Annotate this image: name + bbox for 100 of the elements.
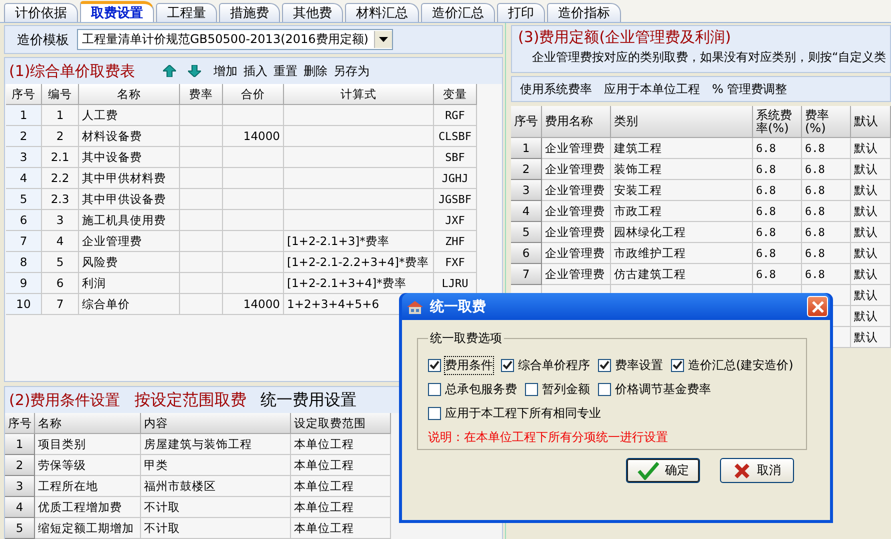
table-cell: 不计取 — [141, 518, 291, 539]
row-header[interactable]: 1 — [5, 434, 35, 455]
variable-cell: RGF — [434, 105, 477, 126]
code-cell: 1 — [42, 105, 79, 126]
table-cell — [223, 105, 284, 126]
up-arrow-icon[interactable] — [163, 65, 176, 77]
checkbox-label[interactable]: 价格调节基金费率 — [615, 380, 711, 398]
name-cell: 人工费 — [79, 105, 180, 126]
checkbox[interactable] — [428, 406, 441, 420]
table-cell: 6.8 — [753, 180, 802, 201]
checkbox-label[interactable]: 总承包服务费 — [445, 380, 517, 398]
table-cell: 安装工程 — [611, 180, 753, 201]
tab[interactable]: 计价依据 — [4, 3, 78, 22]
row-header[interactable]: 3 — [511, 180, 542, 201]
group-label: 统一取费选项 — [429, 330, 503, 347]
ok-button[interactable]: 确定 — [626, 458, 700, 483]
checkbox[interactable] — [671, 358, 684, 372]
toolbar-button[interactable]: 应用于本单位工程 — [604, 80, 700, 98]
table-cell: 劳保等级 — [35, 455, 141, 476]
code-cell: 7 — [42, 294, 79, 315]
row-header[interactable]: 4 — [511, 201, 542, 222]
toolbar-button[interactable]: 删除 — [303, 62, 328, 80]
table-cell: 默认 — [851, 222, 891, 243]
checkbox-label[interactable]: 造价汇总(建安造价) — [688, 356, 794, 374]
tab[interactable]: 其他费 — [282, 3, 343, 22]
column-header: 名称 — [79, 84, 180, 105]
row-header[interactable]: 5 — [511, 222, 542, 243]
toolbar-button[interactable]: 插入 — [243, 62, 268, 80]
checkbox[interactable] — [598, 358, 611, 372]
row-header[interactable]: 7 — [511, 264, 542, 285]
checkbox[interactable] — [525, 382, 538, 396]
table-cell: 优质工程增加费 — [35, 497, 141, 518]
tab[interactable]: 措施费 — [219, 3, 280, 22]
cancel-button[interactable]: 取消 — [720, 458, 794, 483]
row-header[interactable]: 2 — [511, 159, 542, 180]
column-header: 计算式 — [284, 84, 434, 105]
checkbox-label[interactable]: 费率设置 — [615, 356, 663, 374]
check-mark-icon — [637, 462, 659, 480]
tab[interactable]: 取费设置 — [80, 1, 154, 22]
checkbox-label[interactable]: 应用于本工程下所有相同专业 — [445, 404, 601, 422]
seq-cell: 5 — [6, 189, 42, 210]
column-header: 系统费率(%) — [753, 106, 802, 138]
table-cell — [180, 126, 223, 147]
table-cell: 默认 — [851, 201, 891, 222]
down-arrow-icon[interactable] — [188, 65, 202, 77]
checkbox-label[interactable]: 暂列金额 — [542, 380, 590, 398]
toolbar-button[interactable]: 使用系统费率 — [520, 80, 592, 98]
column-header: 设定取费范围 — [291, 413, 391, 434]
column-header: 内容 — [141, 413, 291, 434]
tick-icon — [672, 360, 683, 370]
table-cell: 6.8 — [802, 264, 851, 285]
table-cell: 6.8 — [753, 222, 802, 243]
table-cell: 企业管理费 — [542, 201, 611, 222]
unify-fee-button[interactable]: 统一费用设置 — [260, 390, 356, 410]
checkbox[interactable] — [598, 382, 611, 396]
name-cell: 材料设备费 — [79, 126, 180, 147]
table-cell — [223, 273, 284, 294]
close-button[interactable] — [807, 296, 828, 317]
table-cell: 默认 — [851, 180, 891, 201]
name-cell: 其中甲供材料费 — [79, 168, 180, 189]
table-cell: 默认 — [851, 327, 891, 348]
tab[interactable]: 造价汇总 — [421, 3, 495, 22]
checkbox[interactable] — [501, 358, 514, 372]
row-header[interactable]: 4 — [5, 497, 35, 518]
toolbar-button[interactable]: 重置 — [273, 62, 298, 80]
tab[interactable]: 打印 — [497, 3, 545, 22]
row-header[interactable]: 2 — [5, 455, 35, 476]
tab[interactable]: 造价指标 — [547, 3, 621, 22]
row-header[interactable]: 3 — [5, 476, 35, 497]
seq-cell: 7 — [6, 231, 42, 252]
row-header[interactable]: 1 — [511, 138, 542, 159]
checkbox[interactable] — [428, 358, 441, 372]
table-cell: 项目类别 — [35, 434, 141, 455]
name-cell: 施工机具使用费 — [79, 210, 180, 231]
seq-cell: 10 — [6, 294, 42, 315]
tab[interactable]: 材料汇总 — [345, 3, 419, 22]
row-header[interactable]: 6 — [511, 243, 542, 264]
toolbar-button[interactable]: % 管理费调整 — [712, 80, 788, 98]
column-header: 费率(%) — [802, 106, 851, 138]
column-header: 序号 — [5, 413, 35, 434]
template-dropdown[interactable]: 工程量清单计价规范GB50500-2013(2016费用定额) — [77, 29, 393, 50]
name-cell: 综合单价 — [79, 294, 180, 315]
table-cell — [223, 231, 284, 252]
seq-cell: 3 — [6, 147, 42, 168]
table-cell: 6.8 — [802, 243, 851, 264]
checkbox-label[interactable]: 费用条件 — [445, 356, 493, 374]
tab[interactable]: 工程量 — [156, 3, 217, 22]
checkbox[interactable] — [428, 382, 441, 396]
range-fee-button[interactable]: 按设定范围取费 — [134, 390, 246, 410]
row-header[interactable]: 5 — [5, 518, 35, 539]
table-cell: 缩短定额工期增加 — [35, 518, 141, 539]
column-header: 序号 — [6, 84, 42, 105]
checkbox-label[interactable]: 综合单价程序 — [518, 356, 590, 374]
toolbar-button[interactable]: 另存为 — [333, 62, 370, 80]
amount-cell: 14000 — [223, 294, 284, 315]
tick-icon — [502, 360, 513, 370]
note-text: 说明：在本单位工程下所有分项统一进行设置 — [428, 429, 669, 446]
column-header: 序号 — [511, 106, 542, 138]
table-cell: 本单位工程 — [291, 497, 391, 518]
toolbar-button[interactable]: 增加 — [213, 62, 238, 80]
